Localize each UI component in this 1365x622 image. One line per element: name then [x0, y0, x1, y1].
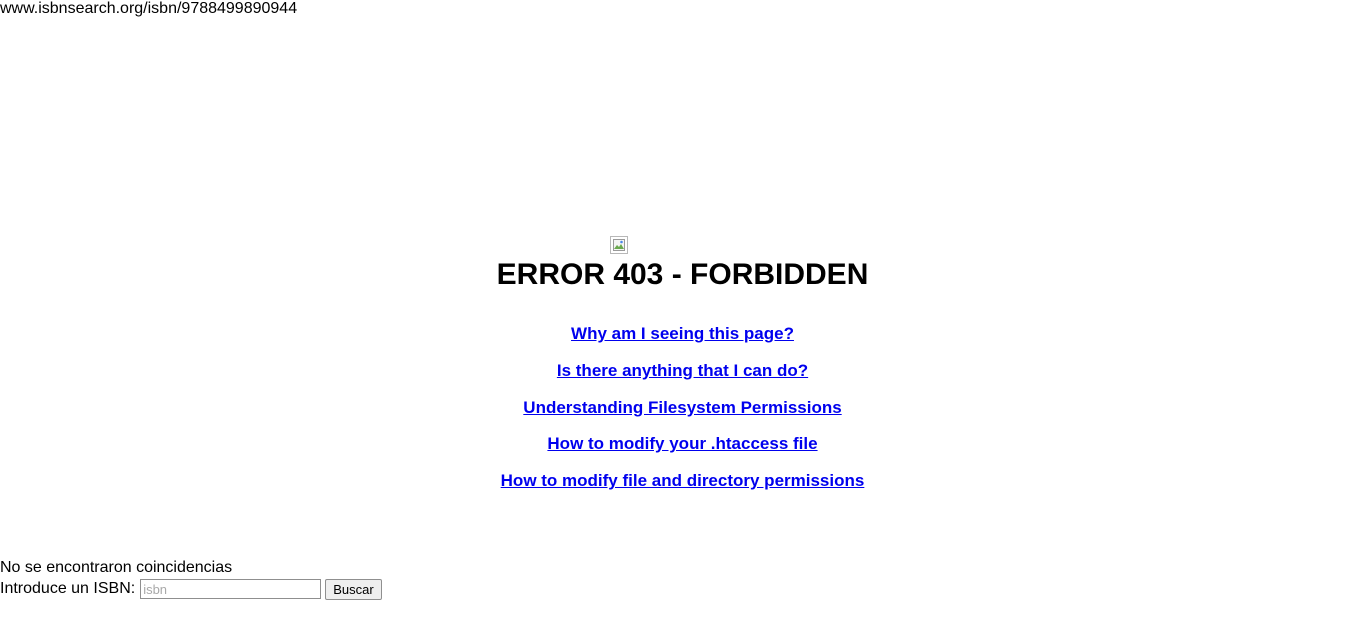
no-match-message: No se encontraron coincidencias [0, 559, 233, 576]
link-anything-i-can-do[interactable]: Is there anything that I can do? [557, 361, 808, 380]
help-links: Why am I seeing this page? Is there anyt… [0, 322, 1365, 506]
isbn-search-form: No se encontraron coincidencias Introduc… [0, 558, 382, 601]
link-why-seeing-page[interactable]: Why am I seeing this page? [571, 324, 794, 343]
isbn-row: Introduce un ISBN: Buscar [0, 577, 382, 601]
broken-image-icon [609, 236, 628, 254]
link-filesystem-permissions[interactable]: Understanding Filesystem Permissions [523, 398, 841, 417]
search-button[interactable]: Buscar [325, 578, 382, 600]
isbn-label: Introduce un ISBN: [0, 580, 136, 597]
error-section: ERROR 403 - FORBIDDEN Why am I seeing th… [0, 236, 1365, 506]
isbn-input[interactable] [140, 579, 322, 599]
link-modify-file-permissions[interactable]: How to modify file and directory permiss… [501, 471, 865, 490]
error-title: ERROR 403 - FORBIDDEN [496, 258, 869, 291]
link-modify-htaccess[interactable]: How to modify your .htaccess file [547, 434, 817, 453]
page-url-text: www.isbnsearch.org/isbn/9788499890944 [0, 0, 298, 17]
